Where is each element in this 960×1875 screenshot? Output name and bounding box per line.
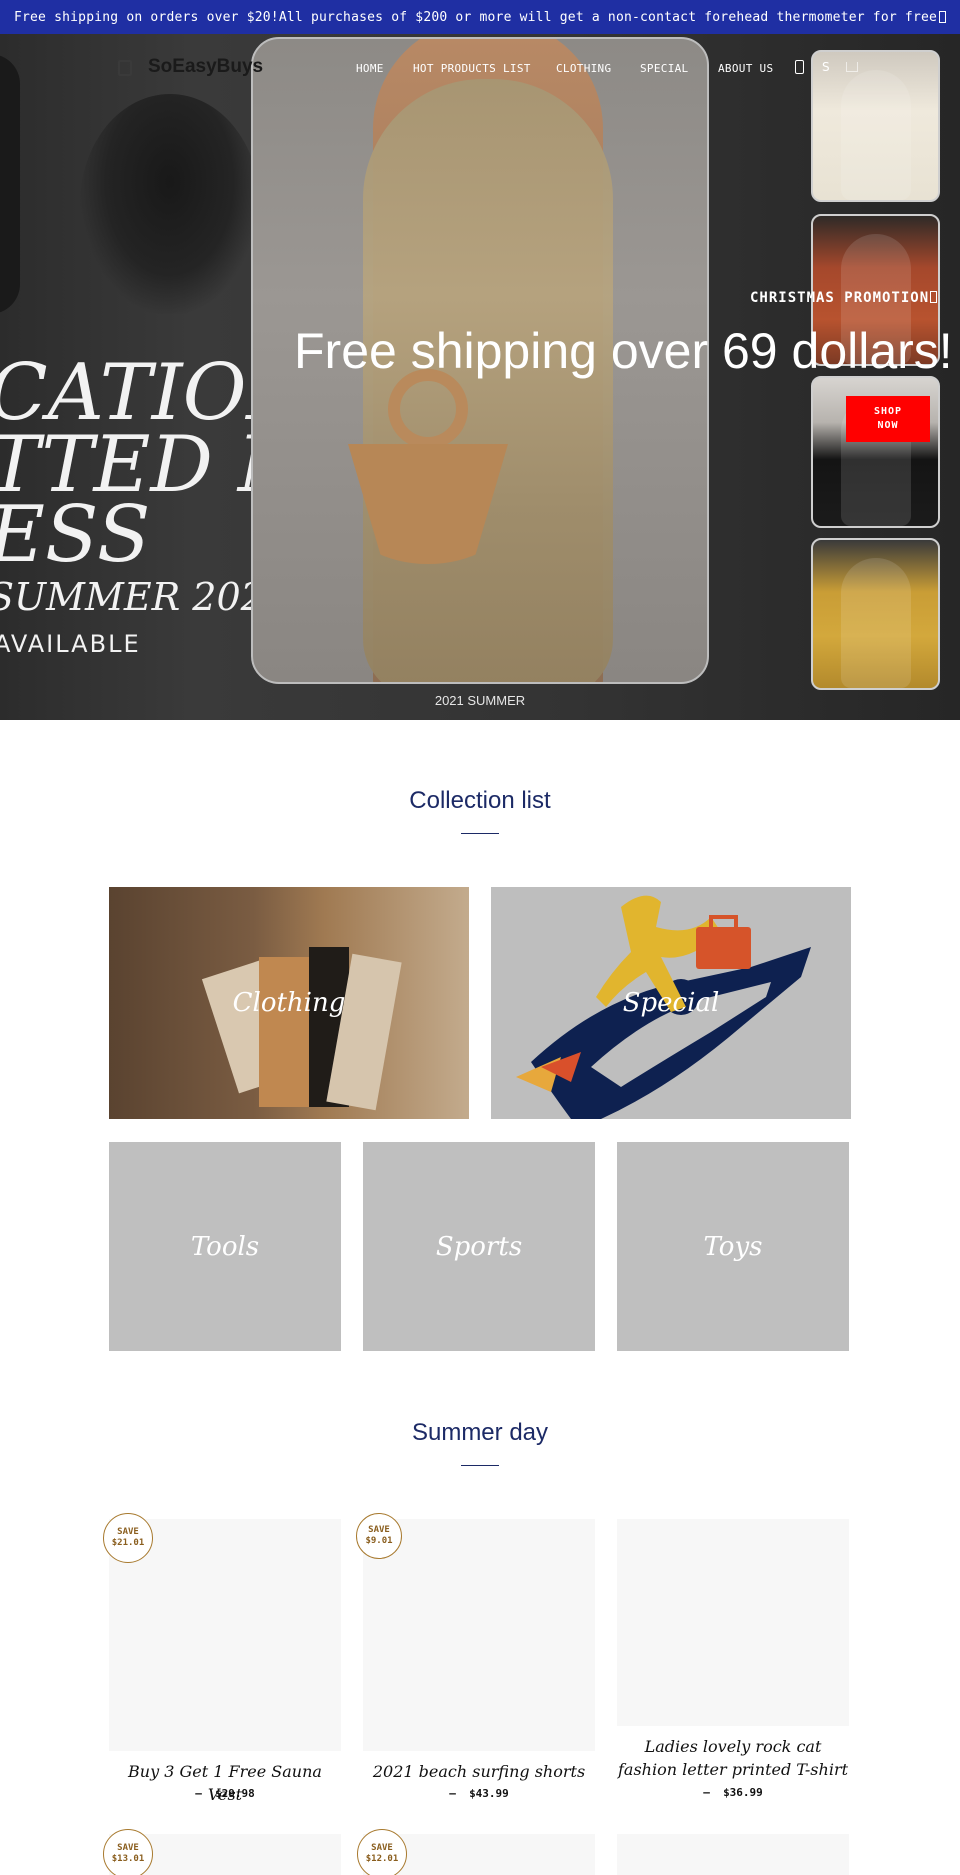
title-divider	[461, 833, 499, 834]
nav-item-hot-products[interactable]: HOT PRODUCTS LIST	[413, 62, 531, 75]
collection-tools[interactable]: Tools	[109, 1142, 341, 1351]
collection-label: Clothing	[232, 988, 346, 1018]
product-image[interactable]	[617, 1834, 849, 1875]
nav-item-special[interactable]: SPECIAL	[640, 62, 688, 75]
title-divider	[461, 1465, 499, 1466]
promo-title: Free shipping over 69 dollars!	[294, 323, 953, 379]
product-price: — $29.98	[195, 1787, 255, 1800]
collection-list-title: Collection list	[409, 787, 551, 814]
collection-sports[interactable]: Sports	[363, 1142, 595, 1351]
nav-item-home[interactable]: HOME	[356, 62, 384, 75]
save-badge: SAVE $13.01	[103, 1829, 153, 1875]
arrow-right-icon[interactable]	[939, 11, 947, 23]
palm-tree-image	[80, 94, 260, 314]
promo-subtitle: CHRISTMAS PROMOTION	[750, 290, 938, 306]
product-image[interactable]	[363, 1519, 595, 1751]
site-logo[interactable]: SoEasyBuys	[148, 56, 263, 78]
hero-caption: 2021 SUMMER	[434, 693, 526, 708]
nav-item-clothing[interactable]: CLOTHING	[556, 62, 611, 75]
hero-background-text: SUMMER 2021	[0, 575, 290, 619]
cart-icon[interactable]	[846, 62, 858, 72]
collection-clothing[interactable]: Clothing	[109, 887, 469, 1119]
logo-icon[interactable]	[118, 60, 132, 76]
hero-thumbnail-1	[811, 50, 940, 202]
summer-day-title: Summer day	[411, 1419, 549, 1446]
product-price: — $36.99	[703, 1786, 763, 1799]
product-title[interactable]: Ladies lovely rock cat fashion letter pr…	[617, 1735, 849, 1781]
save-badge: SAVE $12.01	[357, 1829, 407, 1875]
product-title[interactable]: 2021 beach surfing shorts	[363, 1760, 595, 1783]
hero-background-text: ESS	[0, 490, 151, 580]
collection-label: Toys	[703, 1231, 763, 1262]
account-icon[interactable]: S	[822, 60, 830, 74]
search-icon[interactable]	[795, 60, 804, 74]
arrow-right-icon	[930, 291, 938, 303]
collection-label: Tools	[190, 1231, 260, 1262]
collection-label: Sports	[435, 1231, 523, 1262]
collection-special[interactable]: Special	[491, 887, 851, 1119]
hero-background-figure	[0, 54, 20, 314]
product-image[interactable]	[617, 1519, 849, 1726]
nav-item-about-us[interactable]: ABOUT US	[718, 62, 773, 75]
product-price: — $43.99	[449, 1787, 509, 1800]
save-badge: SAVE $9.01	[356, 1513, 402, 1559]
collection-toys[interactable]: Toys	[617, 1142, 849, 1351]
handbag-handle	[388, 369, 468, 449]
announcement-text: Free shipping on orders over $20!All pur…	[13, 9, 938, 25]
hero-background-text: AVAILABLE	[0, 630, 141, 658]
save-badge: SAVE $21.01	[103, 1513, 153, 1563]
announcement-bar[interactable]: Free shipping on orders over $20!All pur…	[0, 0, 960, 34]
collection-label: Special	[622, 988, 720, 1018]
hero-thumbnail-4	[811, 538, 940, 690]
shop-now-button[interactable]: SHOP NOW	[846, 396, 930, 442]
